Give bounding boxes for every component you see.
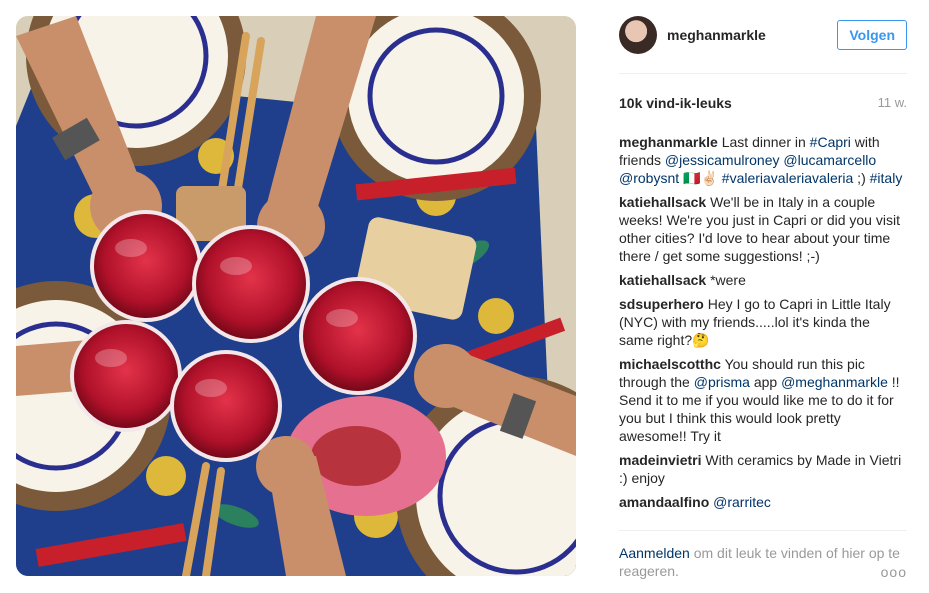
comments-list[interactable]: meghanmarkle Last dinner in #Capri with …: [619, 133, 907, 531]
mention-link[interactable]: @meghanmarkle: [781, 374, 888, 390]
follow-button[interactable]: Volgen: [837, 20, 907, 50]
comment-item: katiehallsack We'll be in Italy in a cou…: [619, 193, 907, 265]
mention-link[interactable]: @jessicamulroney: [665, 152, 780, 168]
login-prompt: Aanmelden om dit leuk te vinden of hier …: [619, 544, 907, 580]
comment-username[interactable]: katiehallsack: [619, 194, 706, 210]
comment-username[interactable]: katiehallsack: [619, 272, 706, 288]
comment-item: katiehallsack *were: [619, 271, 907, 289]
hashtag-link[interactable]: #valeriavaleriavaleria: [722, 170, 854, 186]
comment-text: app: [749, 374, 782, 390]
comment-username[interactable]: madeinvietri: [619, 452, 701, 468]
post-photo-image: [16, 16, 576, 576]
comment-item: madeinvietri With ceramics by Made in Vi…: [619, 451, 907, 487]
flag-emoji: 🇮🇹✌🏻: [683, 170, 718, 186]
likes-count[interactable]: 10k vind-ik-leuks: [619, 95, 732, 111]
comment-item: amandaalfino @rarritec: [619, 493, 907, 511]
post-header: meghanmarkle Volgen: [619, 16, 907, 58]
likes-row: 10k vind-ik-leuks 11 w.: [619, 95, 907, 111]
post-photo[interactable]: [16, 16, 576, 576]
more-options-icon[interactable]: ooo: [881, 564, 907, 580]
mention-link[interactable]: @lucamarcello: [783, 152, 876, 168]
username-link[interactable]: meghanmarkle: [667, 27, 766, 43]
comment-text: *were: [710, 272, 746, 288]
comment-item: michaelscotthc You should run this pic t…: [619, 355, 907, 445]
post-sidebar: meghanmarkle Volgen 10k vind-ik-leuks 11…: [619, 16, 907, 580]
comment-item: sdsuperhero Hey I go to Capri in Little …: [619, 295, 907, 349]
caption-username[interactable]: meghanmarkle: [619, 134, 718, 150]
mention-link[interactable]: @rarritec: [713, 494, 771, 510]
avatar[interactable]: [619, 16, 657, 54]
header-divider: [619, 73, 907, 74]
hashtag-link[interactable]: #Capri: [810, 134, 851, 150]
login-link[interactable]: Aanmelden: [619, 545, 690, 561]
mention-link[interactable]: @robysnt: [619, 170, 679, 186]
caption: meghanmarkle Last dinner in #Capri with …: [619, 133, 907, 187]
footer-divider: [619, 530, 907, 531]
hashtag-link[interactable]: #italy: [870, 170, 903, 186]
caption-text: ;): [853, 170, 866, 186]
mention-link[interactable]: @prisma: [694, 374, 750, 390]
comment-username[interactable]: michaelscotthc: [619, 356, 721, 372]
comment-username[interactable]: sdsuperhero: [619, 296, 704, 312]
caption-text: Last dinner in: [721, 134, 810, 150]
comment-username[interactable]: amandaalfino: [619, 494, 709, 510]
post-time[interactable]: 11 w.: [878, 95, 907, 110]
